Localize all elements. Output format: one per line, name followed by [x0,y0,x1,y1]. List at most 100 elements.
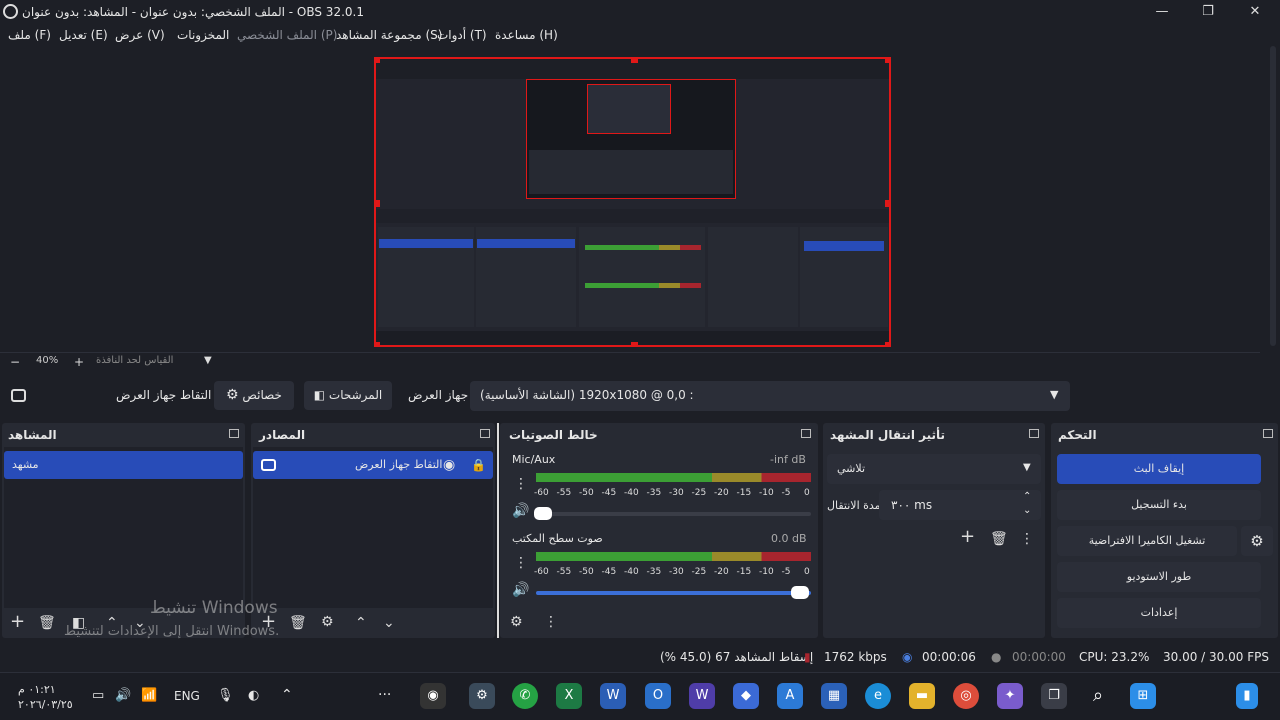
clock-date[interactable]: ٢٠٢٦/٠٣/٢٥ [18,698,73,711]
overflow-button[interactable]: ··· [378,687,391,703]
menu-docks[interactable]: المخزونات [177,28,229,42]
start-virtual-camera-button[interactable]: تشغيل الكاميرا الافتراضية [1057,526,1237,556]
search-icon[interactable]: ⌕ [1085,683,1111,709]
excel-icon[interactable]: X [556,683,582,709]
scene-item[interactable]: مشهد [4,451,243,479]
start-recording-button[interactable]: بدء التسجيل [1057,490,1261,520]
speaker-icon[interactable]: 🔊 [512,582,529,598]
task-view-icon[interactable]: ❐ [1041,683,1067,709]
preview-scrollbar[interactable] [1270,46,1276,346]
channel-menu-icon[interactable]: ⋮ [514,476,528,492]
handle-top-left[interactable] [376,59,380,63]
zoom-dropdown-chevron-icon[interactable]: ▼ [204,355,212,366]
trash-icon[interactable]: 🗑 [990,531,1008,547]
menu-profile[interactable]: الملف الشخصي (P) [237,28,337,42]
volume-icon[interactable]: 🔊 [115,688,131,703]
chevron-down-icon[interactable]: ⌄ [1023,505,1031,516]
speaker-icon[interactable]: 🔊 [512,503,529,519]
eye-icon[interactable]: ◉ [443,451,455,479]
properties-button[interactable]: ⚙ خصائص [214,381,294,410]
filters-button[interactable]: ◧ المرشحات [304,381,392,410]
preview-area[interactable] [0,46,1280,354]
file-explorer-icon[interactable]: ▬ [909,683,935,709]
handle-bottom-right[interactable] [885,342,889,345]
obs-taskbar-icon[interactable]: ◉ [420,683,446,709]
source-settings-icon[interactable]: ⚙ [321,614,334,630]
menu-scene-collection[interactable]: مجموعة المشاهد (S) [336,28,442,42]
microphone-icon[interactable]: 🎙 [217,688,234,703]
trash-icon[interactable]: 🗑 [289,615,307,631]
clock-time[interactable]: ٠١:٢١ م [18,683,56,696]
edge-icon[interactable]: e [865,683,891,709]
trash-icon[interactable]: 🗑 [38,615,56,631]
add-scene-button[interactable]: + [10,613,25,631]
obs-tray-icon[interactable]: ◐ [248,688,259,703]
menu-edit[interactable]: تعديل (E) [59,28,108,42]
zoom-out-button[interactable]: − [10,355,20,369]
popout-icon[interactable] [229,429,239,438]
chevron-up-icon[interactable]: ⌃ [1023,491,1031,502]
zoom-in-button[interactable]: + [74,355,84,369]
popout-icon[interactable] [1029,429,1039,438]
chrome-icon[interactable]: ◎ [953,683,979,709]
mixer-settings-icon[interactable]: ⚙ [510,614,523,630]
close-button[interactable]: ✕ [1232,0,1278,24]
volume-slider-handle[interactable] [791,586,809,599]
popout-icon[interactable] [1263,429,1273,438]
handle-bottom[interactable] [631,342,638,345]
source-item[interactable]: التقاط جهاز العرض ◉ 🔒 [253,451,493,479]
volume-slider-handle[interactable] [534,507,552,520]
move-down-icon[interactable]: ⌄ [383,615,395,631]
menu-help[interactable]: مساعدة (H) [495,28,558,42]
popout-icon[interactable] [480,429,490,438]
zoom-scale-label[interactable]: القياس لحد النافذة [96,355,173,366]
transition-menu-icon[interactable]: ⋮ [1020,531,1034,547]
outlook-icon[interactable]: O [645,683,671,709]
translator-icon[interactable]: A [777,683,803,709]
settings-app-icon[interactable]: ⚙ [469,683,495,709]
nested-stop-button [804,241,884,251]
studio-mode-button[interactable]: طور الاستوديو [1057,562,1261,592]
move-up-icon[interactable]: ⌃ [355,615,367,631]
widgets-icon[interactable]: ▮ [1236,683,1258,709]
device-select[interactable]: (الشاشة الأساسية) 1920x1080 @ 0,0 : ▼ [470,381,1070,411]
menu-tools[interactable]: أدوات (T) [437,28,487,42]
mixer-menu-icon[interactable]: ⋮ [544,614,558,630]
handle-top[interactable] [631,59,638,63]
filters-label: المرشحات [328,388,383,402]
wifi-icon[interactable]: 📶 [141,688,157,703]
whatsapp-icon[interactable]: ✆ [512,683,538,709]
add-transition-button[interactable]: + [960,528,975,546]
settings-button[interactable]: إعدادات [1057,598,1261,628]
menu-view[interactable]: عرض (V) [115,28,165,42]
whiteboard-icon[interactable]: W [689,683,715,709]
duration-spinbox[interactable]: ٣٠٠ ms ⌃ ⌄ [879,490,1041,520]
handle-left[interactable] [376,200,380,207]
dock-splitter[interactable] [497,423,499,638]
volume-slider[interactable] [536,586,811,599]
lock-icon[interactable]: 🔒 [471,451,486,479]
language-indicator[interactable]: ENG [174,689,200,703]
handle-right[interactable] [885,200,889,207]
nested-preview-inner [587,84,671,134]
transition-select[interactable]: تلاشي ▼ [827,454,1041,484]
handle-bottom-left[interactable] [376,342,380,345]
copilot-icon[interactable]: ✦ [997,683,1023,709]
handle-top-right[interactable] [885,59,889,63]
store-icon[interactable]: ▦ [821,683,847,709]
stop-streaming-button[interactable]: إيقاف البث [1057,454,1261,484]
maximize-button[interactable]: ❐ [1185,0,1231,24]
volume-slider[interactable] [534,507,811,520]
start-button[interactable]: ⊞ [1130,683,1156,709]
m365-copilot-icon[interactable]: ◆ [733,683,759,709]
show-hidden-icons[interactable]: ⌃ [281,687,293,703]
word-icon[interactable]: W [600,683,626,709]
popout-icon[interactable] [801,429,811,438]
virtual-camera-settings-button[interactable]: ⚙ [1241,526,1273,556]
battery-icon[interactable]: ▭ [92,688,104,703]
menu-file[interactable]: ملف (F) [8,28,51,42]
channel-menu-icon[interactable]: ⋮ [514,555,528,571]
preview-canvas[interactable] [374,57,891,347]
minimize-button[interactable]: — [1139,0,1185,24]
nested-source-item [477,239,575,248]
